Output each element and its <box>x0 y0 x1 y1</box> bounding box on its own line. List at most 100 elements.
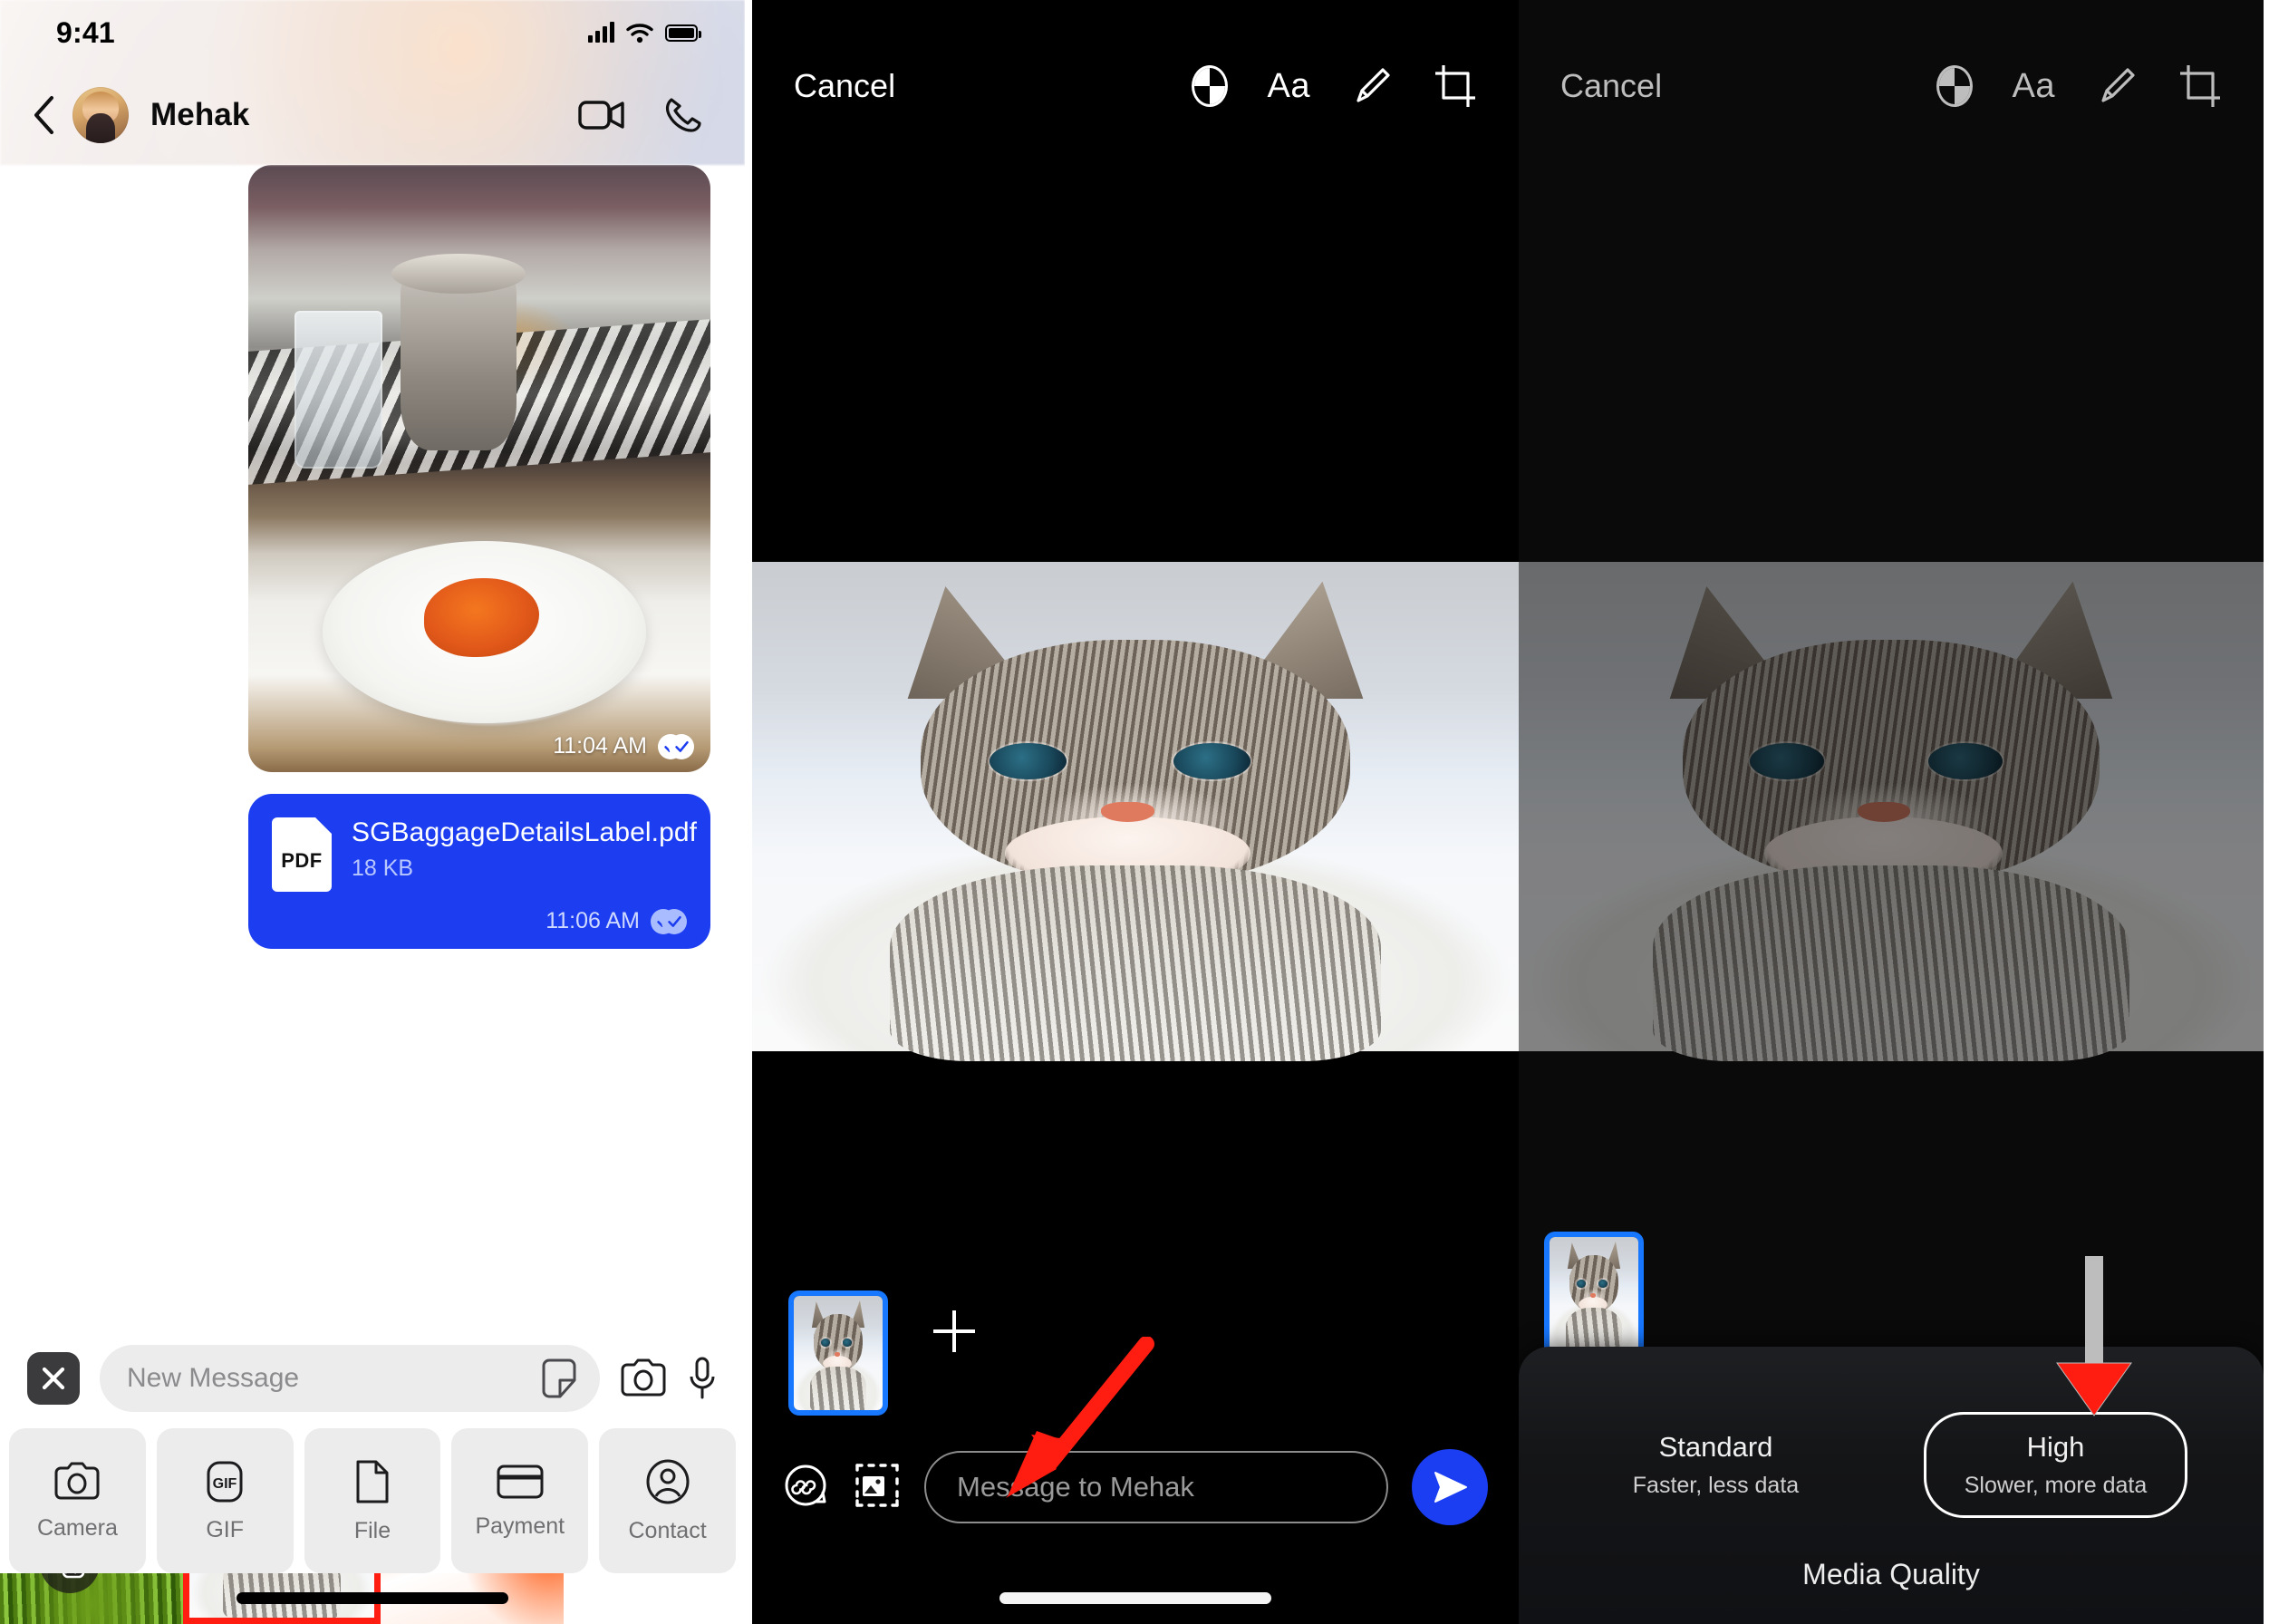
three-panel-screenshot: 9:41 Mehak <box>0 0 2269 1624</box>
file-icon <box>352 1458 392 1505</box>
attachment-actions: Camera GIF GIF File <box>0 1428 745 1573</box>
video-camera-icon[interactable] <box>578 97 625 133</box>
close-x-icon <box>40 1365 67 1392</box>
contact-person-icon <box>645 1458 690 1505</box>
camera-icon[interactable] <box>620 1358 667 1399</box>
editor-tools: Aa <box>1936 63 2222 109</box>
photo-preview[interactable] <box>1519 562 2264 1051</box>
document-info: SGBaggageDetailsLabel.pdf 18 KB <box>352 817 697 882</box>
pen-icon[interactable] <box>2095 64 2139 108</box>
text-tool-button[interactable]: Aa <box>1268 67 1310 106</box>
status-time: 9:41 <box>56 16 115 50</box>
camera-icon <box>53 1461 101 1503</box>
home-indicator <box>999 1592 1271 1604</box>
document-filename: SGBaggageDetailsLabel.pdf <box>352 817 697 848</box>
editor-toolbar: Cancel Aa <box>752 0 1519 172</box>
avatar[interactable] <box>72 87 129 143</box>
chat-header: Mehak <box>0 65 745 165</box>
media-quality-icon[interactable] <box>854 1461 901 1514</box>
cancel-button[interactable]: Cancel <box>794 67 895 105</box>
crop-icon[interactable] <box>1434 63 1477 109</box>
message-composer: New Message <box>0 1329 745 1428</box>
header-actions <box>578 95 703 135</box>
document-meta: 11:06 AM <box>272 908 687 934</box>
crop-icon[interactable] <box>2178 63 2222 109</box>
quality-option-subtitle: Faster, less data <box>1633 1473 1799 1499</box>
message-meta: 11:04 AM <box>553 733 694 759</box>
action-label: GIF <box>206 1517 244 1543</box>
panel-photo-editor: Cancel Aa <box>752 0 1519 1624</box>
double-check-read-icon <box>651 909 687 934</box>
document-row: PDF SGBaggageDetailsLabel.pdf 18 KB <box>272 817 687 892</box>
photo-message-bubble[interactable]: 11:04 AM <box>248 165 710 772</box>
message-timestamp: 11:04 AM <box>553 733 647 759</box>
sheet-title: Media Quality <box>1519 1558 2264 1591</box>
quality-option-title: High <box>1965 1431 2148 1464</box>
action-label: Camera <box>37 1515 118 1542</box>
action-gif[interactable]: GIF GIF <box>157 1428 294 1573</box>
quality-option-title: Standard <box>1633 1431 1799 1464</box>
message-input-placeholder: New Message <box>127 1363 540 1394</box>
quality-options: Standard Faster, less data High Slower, … <box>1519 1347 2264 1518</box>
back-button[interactable] <box>18 90 69 140</box>
editor-toolbar: Cancel Aa <box>1519 0 2264 172</box>
photo-preview[interactable] <box>752 562 1519 1051</box>
quality-option-standard[interactable]: Standard Faster, less data <box>1595 1415 1837 1515</box>
selected-thumbnail[interactable] <box>788 1290 888 1416</box>
document-timestamp: 11:06 AM <box>546 908 640 934</box>
action-file[interactable]: File <box>304 1428 441 1573</box>
plus-add-photo-icon[interactable] <box>933 1310 975 1352</box>
message-list[interactable]: 11:04 AM PDF SGBaggage <box>0 165 745 1363</box>
action-label: Payment <box>475 1513 565 1540</box>
phone-icon[interactable] <box>663 95 703 135</box>
chat-top-area: 9:41 Mehak <box>0 0 745 165</box>
text-tool-button[interactable]: Aa <box>2013 67 2055 106</box>
sticker-icon[interactable] <box>540 1358 578 1398</box>
cellular-signal-icon <box>588 23 614 43</box>
battery-full-icon <box>665 24 698 42</box>
view-once-infinity-icon[interactable] <box>783 1462 830 1513</box>
sticker-ball-icon[interactable] <box>1192 65 1228 107</box>
document-filesize: 18 KB <box>352 856 697 882</box>
home-indicator <box>237 1592 508 1604</box>
red-arrow-pointing-to-media-quality-icon <box>997 1337 1160 1504</box>
panel-media-quality-sheet: Cancel Aa <box>1519 0 2264 1624</box>
status-bar: 9:41 <box>0 0 745 65</box>
page-title: Mehak <box>150 97 249 133</box>
microphone-icon[interactable] <box>687 1356 718 1401</box>
document-message-bubble[interactable]: PDF SGBaggageDetailsLabel.pdf 18 KB 11:0… <box>248 794 710 949</box>
pen-icon[interactable] <box>1350 64 1394 108</box>
action-contact[interactable]: Contact <box>599 1428 736 1573</box>
search-input[interactable]: New Message <box>100 1345 600 1412</box>
quality-option-subtitle: Slower, more data <box>1965 1473 2148 1499</box>
status-icons <box>588 23 698 44</box>
payment-card-icon <box>496 1463 545 1501</box>
svg-text:GIF: GIF <box>213 1476 237 1492</box>
action-camera[interactable]: Camera <box>9 1428 146 1573</box>
gif-icon: GIF <box>202 1459 247 1504</box>
cat-photo-dimmed <box>1519 562 2264 1051</box>
back-chevron-icon <box>32 95 55 135</box>
message-row-document: PDF SGBaggageDetailsLabel.pdf 18 KB 11:0… <box>34 772 710 949</box>
pdf-label: PDF <box>281 849 323 873</box>
cat-photo <box>752 562 1519 1051</box>
panel-divider <box>745 0 752 1624</box>
close-attachment-panel-button[interactable] <box>27 1352 80 1405</box>
panel-chat-thread: 9:41 Mehak <box>0 0 745 1624</box>
pdf-file-icon: PDF <box>272 817 332 892</box>
send-button[interactable] <box>1412 1449 1488 1525</box>
serving-pot <box>401 268 517 450</box>
action-payment[interactable]: Payment <box>451 1428 588 1573</box>
quality-option-high[interactable]: High Slower, more data <box>1924 1412 2188 1518</box>
glass <box>294 311 382 469</box>
sticker-ball-icon[interactable] <box>1936 65 1973 107</box>
action-label: Contact <box>629 1518 707 1544</box>
editor-tools: Aa <box>1192 63 1477 109</box>
action-label: File <box>354 1518 391 1544</box>
message-row-photo: 11:04 AM <box>34 165 710 772</box>
selected-thumbnail[interactable] <box>1544 1232 1644 1357</box>
send-arrow-icon <box>1430 1469 1470 1505</box>
food-photo <box>248 165 710 772</box>
cancel-button[interactable]: Cancel <box>1560 67 1662 105</box>
red-arrow-pointing-to-high-quality-option <box>2044 1251 2144 1423</box>
